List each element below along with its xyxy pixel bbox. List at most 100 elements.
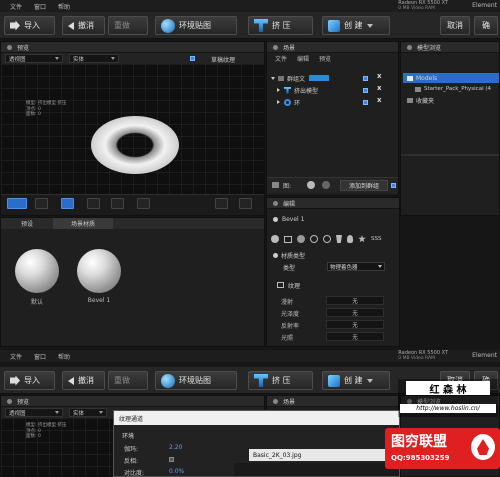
extrude-delete-icon[interactable]: x: [377, 84, 382, 92]
watermark-brand-badge: 图穷联盟 QQ:985303259: [385, 428, 500, 469]
menu-help[interactable]: 帮助: [58, 2, 70, 11]
extrude-visible-checkbox[interactable]: [363, 88, 368, 93]
monitor-icon[interactable]: [239, 198, 252, 209]
prop-reflectivity-value[interactable]: 无: [326, 320, 384, 329]
presets-panel: 预设 场景材质 默认 Bevel 1: [0, 217, 265, 347]
undo-button[interactable]: 撤消: [62, 16, 105, 35]
material-type-dot-icon: [273, 252, 278, 258]
extrude-icon: [254, 374, 268, 387]
sphere-solid-icon[interactable]: [297, 235, 305, 243]
cancel-button[interactable]: 取消: [440, 16, 470, 35]
extrude-button[interactable]: 挤 压: [248, 16, 313, 35]
sphere-dark-icon[interactable]: [322, 181, 330, 189]
render-mode-select[interactable]: 实体: [69, 54, 119, 63]
image-icon[interactable]: [284, 235, 292, 243]
dup-redo-button[interactable]: 重做: [108, 371, 148, 390]
extrude-icon: [254, 19, 268, 32]
record-icon[interactable]: [215, 198, 228, 209]
panel-dot-icon: [407, 44, 412, 50]
sphere-outline-icon[interactable]: [310, 235, 318, 243]
dup-gpu-vram: 0 MB Video RAM: [398, 356, 435, 361]
ring-visible-checkbox[interactable]: [363, 100, 368, 105]
scene-menu-preview[interactable]: 预览: [319, 54, 331, 63]
draft-texture-checkbox[interactable]: [190, 56, 195, 61]
type-select[interactable]: 物理着色器: [327, 262, 385, 271]
scene-menu-edit[interactable]: 编辑: [297, 54, 309, 63]
model-browser-item-favorites[interactable]: 收藏夹: [407, 95, 497, 105]
dialog-contrast-value[interactable]: 0.0%: [169, 468, 184, 475]
folder-icon: [407, 97, 413, 103]
sss-label[interactable]: SSS: [371, 236, 381, 242]
dup-undo-button[interactable]: 撤消: [62, 371, 105, 390]
import-button[interactable]: 导入: [4, 16, 55, 35]
pivot-icon[interactable]: [137, 198, 150, 209]
dialog-invert-label: 反相:: [124, 458, 139, 465]
dup-menu-window[interactable]: 窗口: [34, 352, 46, 361]
globe-icon: [161, 18, 175, 33]
environment-map-button[interactable]: 环境贴图: [155, 16, 237, 35]
scene-menu-file[interactable]: 文件: [275, 54, 287, 63]
torus-model[interactable]: [91, 116, 179, 174]
dup-render-mode-select[interactable]: 实体: [69, 408, 107, 417]
tab-presets[interactable]: 预设: [1, 218, 53, 229]
scene-menu: 文件 编辑 预览: [267, 53, 398, 63]
dup-menu-help[interactable]: 帮助: [58, 352, 70, 361]
undo-icon: [68, 21, 74, 30]
globe-icon: [161, 373, 175, 388]
model-browser-item-starter-pack[interactable]: Starter_Pack_Physical (4: [415, 84, 500, 94]
dup-menu-file[interactable]: 文件: [10, 352, 22, 361]
model-stats: 模型: 挤出模型 挤压 顶点: 0 面数: 0: [26, 101, 66, 118]
ring-delete-icon[interactable]: x: [377, 96, 382, 104]
dup-model-stats: 模型: 挤出模型 挤压 顶点: 0 面数: 0: [26, 423, 67, 439]
prop-lighting-value[interactable]: 无: [326, 332, 384, 341]
material-sphere-default[interactable]: [15, 249, 59, 293]
create-button[interactable]: 创 建: [322, 16, 390, 35]
sphere-icon[interactable]: [271, 235, 279, 243]
prop-gloss-value[interactable]: 无: [326, 308, 384, 317]
dialog-gamma-value[interactable]: 2.20: [169, 444, 182, 451]
group-delete-icon[interactable]: x: [377, 72, 382, 80]
select-arrow-icon[interactable]: [35, 198, 48, 209]
material-sphere-bevel[interactable]: [77, 249, 121, 293]
dup-camera-select[interactable]: 透视图: [5, 408, 63, 417]
add-to-group-checkbox[interactable]: [391, 183, 396, 188]
tab-scene-materials[interactable]: 场景材质: [53, 218, 113, 229]
menu-file[interactable]: 文件: [10, 2, 22, 11]
add-to-group-button[interactable]: 添加到群组: [340, 180, 388, 191]
star-icon[interactable]: [358, 235, 366, 243]
menu-bar: 文件 窗口 帮助 Radeon RX 5500 XT 0 MB Video RA…: [0, 0, 500, 12]
gpu-info: Radeon RX 5500 XT 0 MB Video RAM: [398, 0, 448, 12]
import-icon: [10, 375, 20, 386]
material-dot-icon: [273, 216, 278, 222]
folder-icon: [278, 75, 284, 81]
group-visible-checkbox[interactable]: [363, 76, 368, 81]
dialog-invert-checkbox[interactable]: [169, 457, 174, 462]
camera-select[interactable]: 透视图: [5, 54, 63, 63]
dialog-file-field[interactable]: Basic_2K_03.jpg: [249, 449, 394, 461]
model-browser-title: 模型浏览: [417, 44, 442, 52]
dup-create-button[interactable]: 创 建: [322, 371, 390, 390]
cup-icon[interactable]: [336, 235, 342, 243]
scale-icon[interactable]: [111, 198, 124, 209]
dup-extrude-button[interactable]: 挤 压: [248, 371, 313, 390]
preview-panel: 预览 透视图 实体 草稿纹理 模型: 挤出模型 挤压 顶点: 0 面数: 0: [0, 41, 265, 216]
expand-arrow-icon: [277, 100, 280, 104]
dup-environment-map-button[interactable]: 环境贴图: [155, 371, 237, 390]
redo-button[interactable]: 重做: [108, 16, 148, 35]
dup-import-button[interactable]: 导入: [4, 371, 55, 390]
preview-options-bar: 透视图 实体 草稿纹理: [1, 53, 264, 64]
rotate-icon[interactable]: [87, 198, 100, 209]
light-bulb-icon[interactable]: [347, 235, 353, 243]
folder-icon: [407, 75, 413, 81]
viewport[interactable]: [1, 64, 264, 194]
model-browser-item-models[interactable]: Models: [403, 73, 499, 83]
camera-users-icon[interactable]: [7, 198, 27, 209]
move-icon[interactable]: [61, 198, 74, 209]
info-icon[interactable]: [323, 235, 331, 243]
ok-button[interactable]: 确: [474, 16, 498, 35]
model-browser-panel: 模型浏览 Models Starter_Pack_Physical (4 收藏夹: [400, 41, 500, 216]
sphere-icon[interactable]: [307, 181, 315, 189]
menu-window[interactable]: 窗口: [34, 2, 46, 11]
folder-icon[interactable]: [272, 182, 279, 188]
prop-diffuse-value[interactable]: 无: [326, 296, 384, 305]
